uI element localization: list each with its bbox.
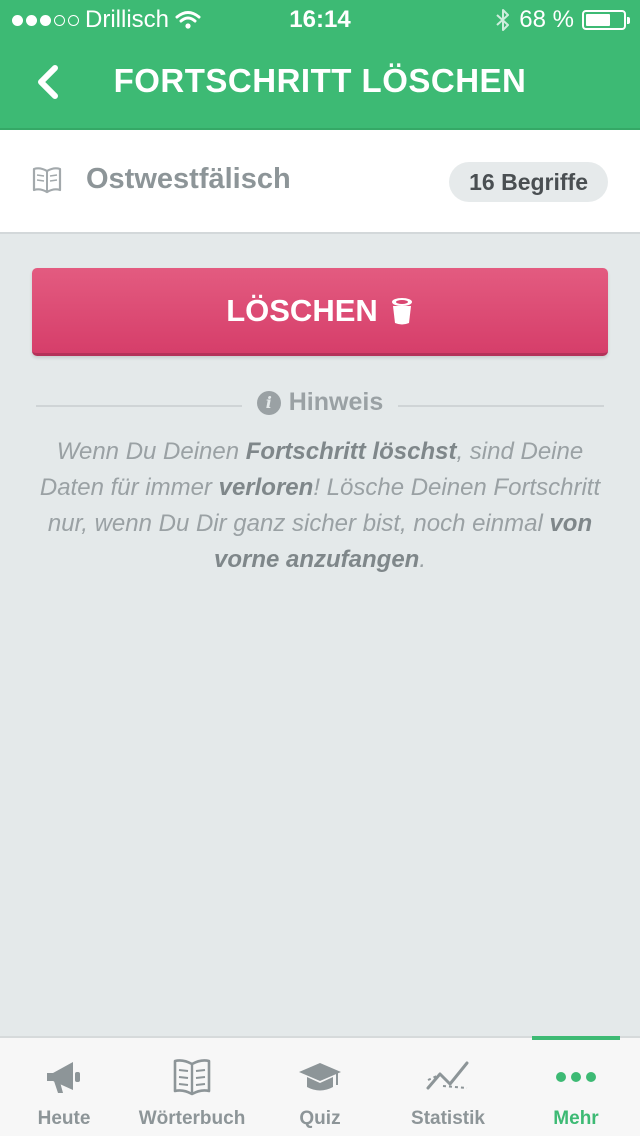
tab-heute[interactable]: Heute	[0, 1038, 128, 1136]
battery-level	[586, 14, 611, 26]
hint-emphasis: verloren	[218, 474, 314, 501]
course-row: Ostwestfälisch 16 Begriffe	[0, 130, 640, 234]
hint-segment: .	[419, 546, 427, 573]
tab-bar: Heute Wörterbuch Quiz Statistik Mehr	[0, 1036, 640, 1136]
navigation-bar: FORTSCHRITT LÖSCHEN	[0, 40, 640, 130]
page-title: FORTSCHRITT LÖSCHEN	[113, 62, 527, 99]
hint-text: Wenn Du Deinen Fortschritt löschst, sind…	[30, 434, 610, 578]
more-dots-icon	[556, 1072, 596, 1082]
tab-label: Mehr	[553, 1108, 599, 1129]
trash-icon	[391, 297, 412, 324]
hint-title: i Hinweis	[36, 388, 604, 417]
graduation-cap-icon	[299, 1063, 341, 1091]
active-tab-indicator	[532, 1036, 620, 1040]
battery-percentage: 68 %	[519, 6, 574, 33]
hint-title-text: Hinweis	[288, 388, 384, 416]
chart-icon	[426, 1061, 469, 1090]
book-icon	[173, 1059, 211, 1096]
course-name: Ostwestfälisch	[86, 163, 291, 195]
status-bar: Drillisch 16:14 68 %	[0, 0, 640, 40]
tab-woerterbuch[interactable]: Wörterbuch	[128, 1038, 256, 1136]
tab-label: Wörterbuch	[138, 1108, 246, 1129]
hint-header: i Hinweis	[36, 388, 604, 422]
tab-label: Heute	[37, 1108, 91, 1129]
book-icon	[32, 167, 62, 194]
info-icon: i	[256, 390, 281, 415]
delete-progress-button[interactable]: LÖSCHEN	[32, 268, 608, 356]
status-right: 68 %	[495, 6, 630, 34]
tab-label: Statistik	[411, 1108, 485, 1129]
delete-button-label: LÖSCHEN	[226, 292, 378, 328]
term-count-badge: 16 Begriffe	[449, 162, 608, 202]
hint-segment: Wenn Du Deinen	[56, 438, 246, 465]
megaphone-icon	[47, 1062, 80, 1093]
tab-mehr[interactable]: Mehr	[512, 1036, 640, 1136]
battery-tip	[627, 17, 630, 24]
bluetooth-icon	[496, 9, 510, 31]
battery-icon	[582, 10, 630, 30]
tab-label: Quiz	[299, 1108, 341, 1129]
tab-statistik[interactable]: Statistik	[384, 1038, 512, 1136]
tab-quiz[interactable]: Quiz	[256, 1038, 384, 1136]
hint-emphasis: Fortschritt löschst	[245, 438, 457, 465]
